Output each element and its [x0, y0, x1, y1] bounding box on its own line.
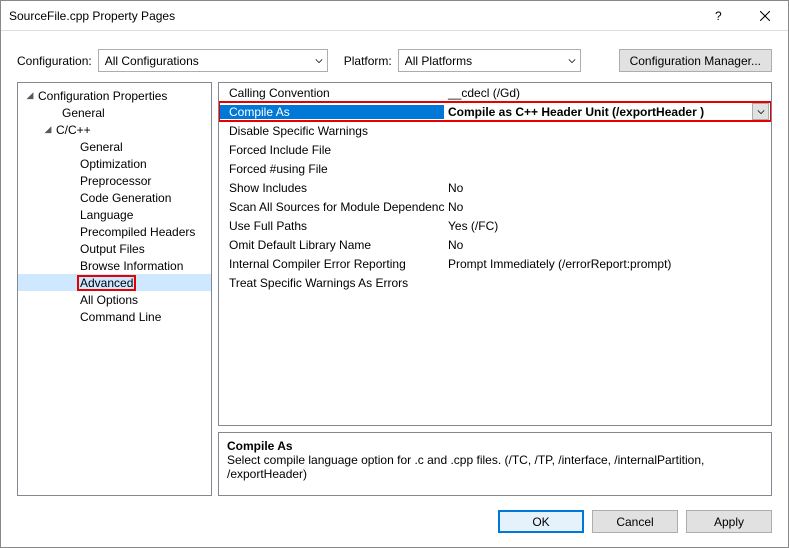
tree-item-browse[interactable]: Browse Information [18, 257, 211, 274]
tree-item-general[interactable]: General [18, 138, 211, 155]
prop-row-use-full-paths[interactable]: Use Full PathsYes (/FC) [219, 216, 771, 235]
tree-item-codegen[interactable]: Code Generation [18, 189, 211, 206]
tree-item-pch[interactable]: Precompiled Headers [18, 223, 211, 240]
property-grid[interactable]: Calling Convention__cdecl (/Gd) Compile … [218, 82, 772, 426]
prop-row-compile-as[interactable]: Compile As Compile as C++ Header Unit (/… [219, 102, 771, 121]
collapse-icon[interactable]: ◢ [42, 124, 54, 135]
tree-item-general-root[interactable]: General [18, 104, 211, 121]
configuration-label: Configuration: [17, 54, 92, 68]
platform-value: All Platforms [405, 54, 472, 68]
platform-label: Platform: [344, 54, 392, 68]
prop-row-forced-include[interactable]: Forced Include File [219, 140, 771, 159]
chevron-down-icon [315, 54, 323, 68]
collapse-icon[interactable]: ◢ [24, 90, 36, 101]
dropdown-button[interactable] [752, 103, 769, 120]
configuration-manager-button[interactable]: Configuration Manager... [619, 49, 772, 72]
dialog-footer: OK Cancel Apply [1, 502, 788, 547]
prop-row-scan-sources[interactable]: Scan All Sources for Module Dependencies… [219, 197, 771, 216]
nav-tree[interactable]: ◢Configuration Properties General ◢C/C++… [17, 82, 212, 496]
help-title: Compile As [227, 439, 763, 453]
tree-item-config-properties[interactable]: ◢Configuration Properties [18, 87, 211, 104]
prop-row-show-includes[interactable]: Show IncludesNo [219, 178, 771, 197]
tree-item-output[interactable]: Output Files [18, 240, 211, 257]
tree-item-optimization[interactable]: Optimization [18, 155, 211, 172]
prop-row-omit-default-lib[interactable]: Omit Default Library NameNo [219, 235, 771, 254]
svg-text:?: ? [715, 11, 722, 21]
chevron-down-icon [568, 54, 576, 68]
cancel-button[interactable]: Cancel [592, 510, 678, 533]
window-title: SourceFile.cpp Property Pages [9, 9, 696, 23]
prop-row-forced-using[interactable]: Forced #using File [219, 159, 771, 178]
config-bar: Configuration: All Configurations Platfo… [1, 31, 788, 82]
tree-item-advanced[interactable]: Advanced [18, 274, 211, 291]
tree-item-preprocessor[interactable]: Preprocessor [18, 172, 211, 189]
close-button[interactable] [742, 1, 788, 31]
configuration-select[interactable]: All Configurations [98, 49, 328, 72]
prop-row-calling-convention[interactable]: Calling Convention__cdecl (/Gd) [219, 83, 771, 102]
ok-button[interactable]: OK [498, 510, 584, 533]
prop-row-ice-reporting[interactable]: Internal Compiler Error ReportingPrompt … [219, 254, 771, 273]
property-pages-dialog: SourceFile.cpp Property Pages ? Configur… [0, 0, 789, 548]
prop-row-disable-warnings[interactable]: Disable Specific Warnings [219, 121, 771, 140]
help-button[interactable]: ? [696, 1, 742, 31]
help-panel: Compile As Select compile language optio… [218, 432, 772, 496]
tree-item-language[interactable]: Language [18, 206, 211, 223]
tree-item-cxx[interactable]: ◢C/C++ [18, 121, 211, 138]
tree-item-alloptions[interactable]: All Options [18, 291, 211, 308]
prop-row-treat-warnings[interactable]: Treat Specific Warnings As Errors [219, 273, 771, 292]
help-text: Select compile language option for .c an… [227, 453, 763, 481]
configuration-value: All Configurations [105, 54, 199, 68]
tree-item-cmdline[interactable]: Command Line [18, 308, 211, 325]
apply-button[interactable]: Apply [686, 510, 772, 533]
platform-select[interactable]: All Platforms [398, 49, 581, 72]
titlebar: SourceFile.cpp Property Pages ? [1, 1, 788, 31]
